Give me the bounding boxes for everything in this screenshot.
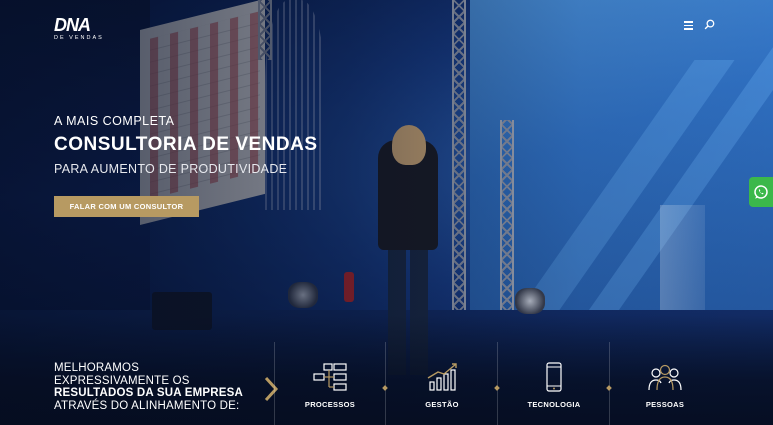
divider bbox=[497, 342, 498, 425]
processes-icon bbox=[313, 363, 347, 391]
logo-tagline: DE VENDAS bbox=[54, 35, 104, 41]
search-icon[interactable] bbox=[704, 19, 715, 30]
talk-to-consultant-button[interactable]: FALAR COM UM CONSULTOR bbox=[54, 196, 199, 217]
logo-wordmark: DNA bbox=[54, 15, 91, 35]
site-logo[interactable]: DNA DE VENDAS bbox=[54, 16, 104, 42]
pillar-label: GESTÃO bbox=[425, 400, 459, 409]
divider bbox=[609, 342, 610, 425]
divider bbox=[385, 342, 386, 425]
hero-title: CONSULTORIA DE VENDAS bbox=[54, 134, 318, 155]
whatsapp-button[interactable] bbox=[749, 177, 773, 207]
growth-chart-icon bbox=[427, 363, 457, 391]
divider bbox=[274, 342, 275, 425]
hero-subtitle: PARA AUMENTO DE PRODUTIVIDADE bbox=[54, 162, 288, 176]
hamburger-menu-icon[interactable] bbox=[684, 21, 693, 30]
people-icon bbox=[648, 364, 682, 391]
pillar-tecnologia[interactable]: TECNOLOGIA bbox=[509, 362, 599, 409]
pillar-processos[interactable]: PROCESSOS bbox=[285, 362, 375, 409]
pillar-label: PESSOAS bbox=[645, 400, 685, 409]
hero-kicker: A MAIS COMPLETA bbox=[54, 114, 175, 128]
smartphone-icon bbox=[546, 362, 562, 392]
whatsapp-icon bbox=[754, 185, 768, 199]
pillar-label: TECNOLOGIA bbox=[527, 400, 581, 409]
pillar-gestao[interactable]: GESTÃO bbox=[397, 362, 487, 409]
chevron-right-icon[interactable] bbox=[261, 376, 281, 402]
band-statement: MELHORAMOS EXPRESSIVAMENTE OS RESULTADOS… bbox=[54, 362, 244, 412]
pillar-label: PROCESSOS bbox=[304, 400, 356, 409]
pillar-pessoas[interactable]: PESSOAS bbox=[620, 362, 710, 409]
